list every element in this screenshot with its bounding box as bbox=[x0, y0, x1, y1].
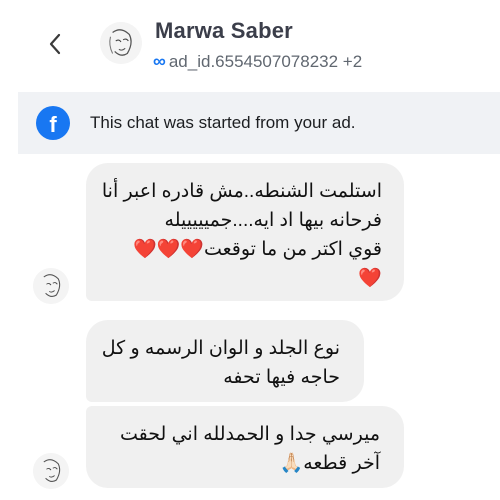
sender-avatar[interactable] bbox=[33, 268, 69, 304]
back-button[interactable] bbox=[44, 30, 66, 58]
message-bubble[interactable]: ميرسي جدا و الحمدلله اني لحقت آخر قطعه🙏🏻 bbox=[86, 406, 404, 488]
avatar-sketch-icon bbox=[33, 268, 69, 304]
contact-name[interactable]: Marwa Saber bbox=[155, 18, 293, 44]
ad-id-line: ∞ ad_id.6554507078232 +2 bbox=[153, 51, 362, 72]
ad-id-text: ad_id.6554507078232 +2 bbox=[168, 51, 363, 71]
banner-text: This chat was started from your ad. bbox=[90, 113, 356, 132]
chat-header: Marwa Saber ∞ ad_id.6554507078232 +2 bbox=[0, 0, 500, 88]
message-bubble[interactable]: استلمت الشنطه..مش قادره اعبر أنا فرحانه … bbox=[86, 163, 404, 301]
avatar-sketch-icon bbox=[33, 453, 69, 489]
message-line: حاجه فيها تحفه bbox=[223, 367, 340, 388]
message-line: نوع الجلد و الوان الرسمه و كل bbox=[101, 338, 340, 359]
message-line: آخر قطعه🙏🏻 bbox=[279, 453, 380, 474]
message-line: ❤️ bbox=[358, 268, 382, 289]
message-line: استلمت الشنطه..مش قادره اعبر أنا bbox=[101, 181, 382, 202]
message-line: ميرسي جدا و الحمدلله اني لحقت bbox=[120, 424, 380, 445]
message-bubble[interactable]: نوع الجلد و الوان الرسمه و كل حاجه فيها … bbox=[86, 320, 364, 402]
contact-avatar[interactable] bbox=[100, 22, 142, 64]
facebook-icon: f bbox=[36, 106, 70, 140]
message-line: فرحانه بيها اد ايه....جميييييله bbox=[164, 210, 382, 231]
avatar-sketch-icon bbox=[100, 22, 142, 64]
message-line: قوي اكتر من ما توقعت❤️❤️❤️ bbox=[132, 239, 382, 260]
meta-infinity-icon: ∞ bbox=[153, 51, 166, 71]
sender-avatar[interactable] bbox=[33, 453, 69, 489]
chevron-left-icon bbox=[49, 33, 61, 55]
ad-origin-banner: f This chat was started from your ad. bbox=[18, 92, 500, 154]
